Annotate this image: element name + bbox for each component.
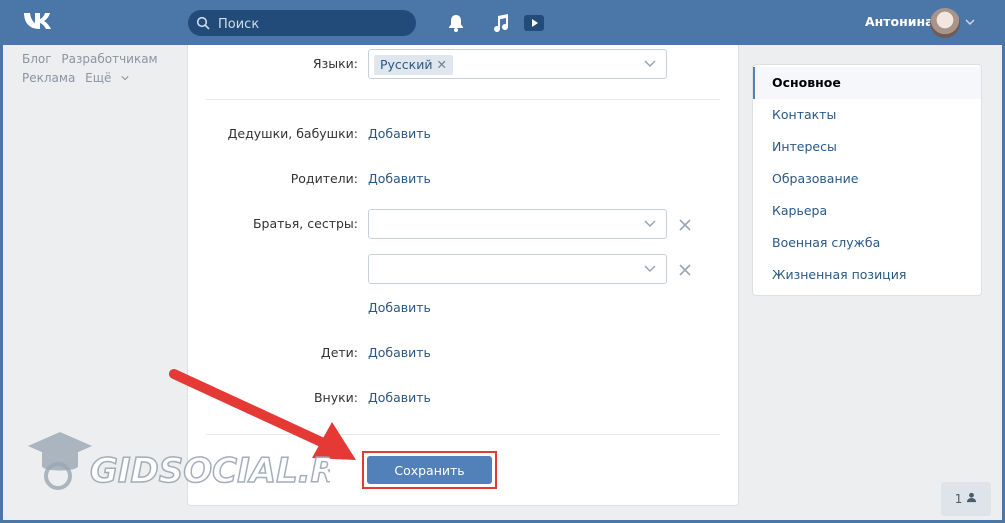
children-label: Дети: [320,345,358,360]
languages-select[interactable]: Русский ✕ [368,49,667,79]
user-name[interactable]: Антонина [865,14,934,29]
divider [206,99,720,100]
friends-online-badge[interactable]: 1 [941,482,991,516]
menu-item-military[interactable]: Военная служба [753,227,981,259]
add-children-link[interactable]: Добавить [368,345,431,360]
languages-label: Языки: [312,56,358,71]
link-blog[interactable]: Блог [22,52,52,66]
chevron-down-icon[interactable] [644,264,656,274]
menu-item-career[interactable]: Карьера [753,195,981,227]
add-grandchildren-link[interactable]: Добавить [368,390,431,405]
link-developers[interactable]: Разработчикам [61,52,157,66]
link-ads[interactable]: Реклама [22,71,75,85]
siblings-label: Братья, сестры: [252,216,358,231]
save-highlight: Сохранить [362,451,497,489]
add-parents-link[interactable]: Добавить [368,171,431,186]
search-box[interactable] [188,10,416,38]
profile-sections-menu: Основное Контакты Интересы Образование К… [752,64,982,296]
remove-sibling-icon[interactable] [678,218,692,232]
video-icon[interactable] [523,12,545,34]
badge-count: 1 [954,492,963,506]
menu-item-contacts[interactable]: Контакты [753,99,981,131]
avatar[interactable] [930,8,960,38]
music-icon[interactable] [490,12,512,34]
menu-item-main[interactable]: Основное [753,67,981,99]
sibling-select-1[interactable] [368,209,667,239]
link-more-label: Ещё [85,71,112,85]
chevron-down-icon[interactable] [965,17,975,27]
user-icon [967,492,977,503]
chevron-down-icon[interactable] [644,219,656,229]
remove-sibling-icon[interactable] [678,263,692,277]
vk-logo-icon[interactable] [22,10,56,32]
remove-tag-icon[interactable]: ✕ [436,57,446,72]
gidsocial-watermark: GIDSOCIAL.RU [28,432,330,492]
grandparents-label: Дедушки, бабушки: [227,126,358,141]
search-icon [196,16,210,30]
top-header: Антонина [0,0,1005,45]
language-tag-label: Русский [380,57,433,72]
bell-icon[interactable] [445,12,467,34]
menu-item-education[interactable]: Образование [753,163,981,195]
save-button[interactable]: Сохранить [367,456,492,484]
search-input[interactable] [216,10,410,38]
left-footer-links: Блог Разработчикам Реклама Ещё [22,50,164,88]
menu-item-interests[interactable]: Интересы [753,131,981,163]
parents-label: Родители: [290,171,358,186]
watermark-text: GIDSOCIAL.RU [90,451,330,491]
add-grandparents-link[interactable]: Добавить [368,126,431,141]
menu-item-life-position[interactable]: Жизненная позиция [753,259,981,291]
sibling-select-2[interactable] [368,254,667,284]
add-sibling-link[interactable]: Добавить [368,300,431,315]
chevron-down-icon [121,76,129,81]
chevron-down-icon[interactable] [644,59,656,69]
language-tag: Русский ✕ [374,55,453,75]
link-more[interactable]: Ещё [85,71,129,85]
